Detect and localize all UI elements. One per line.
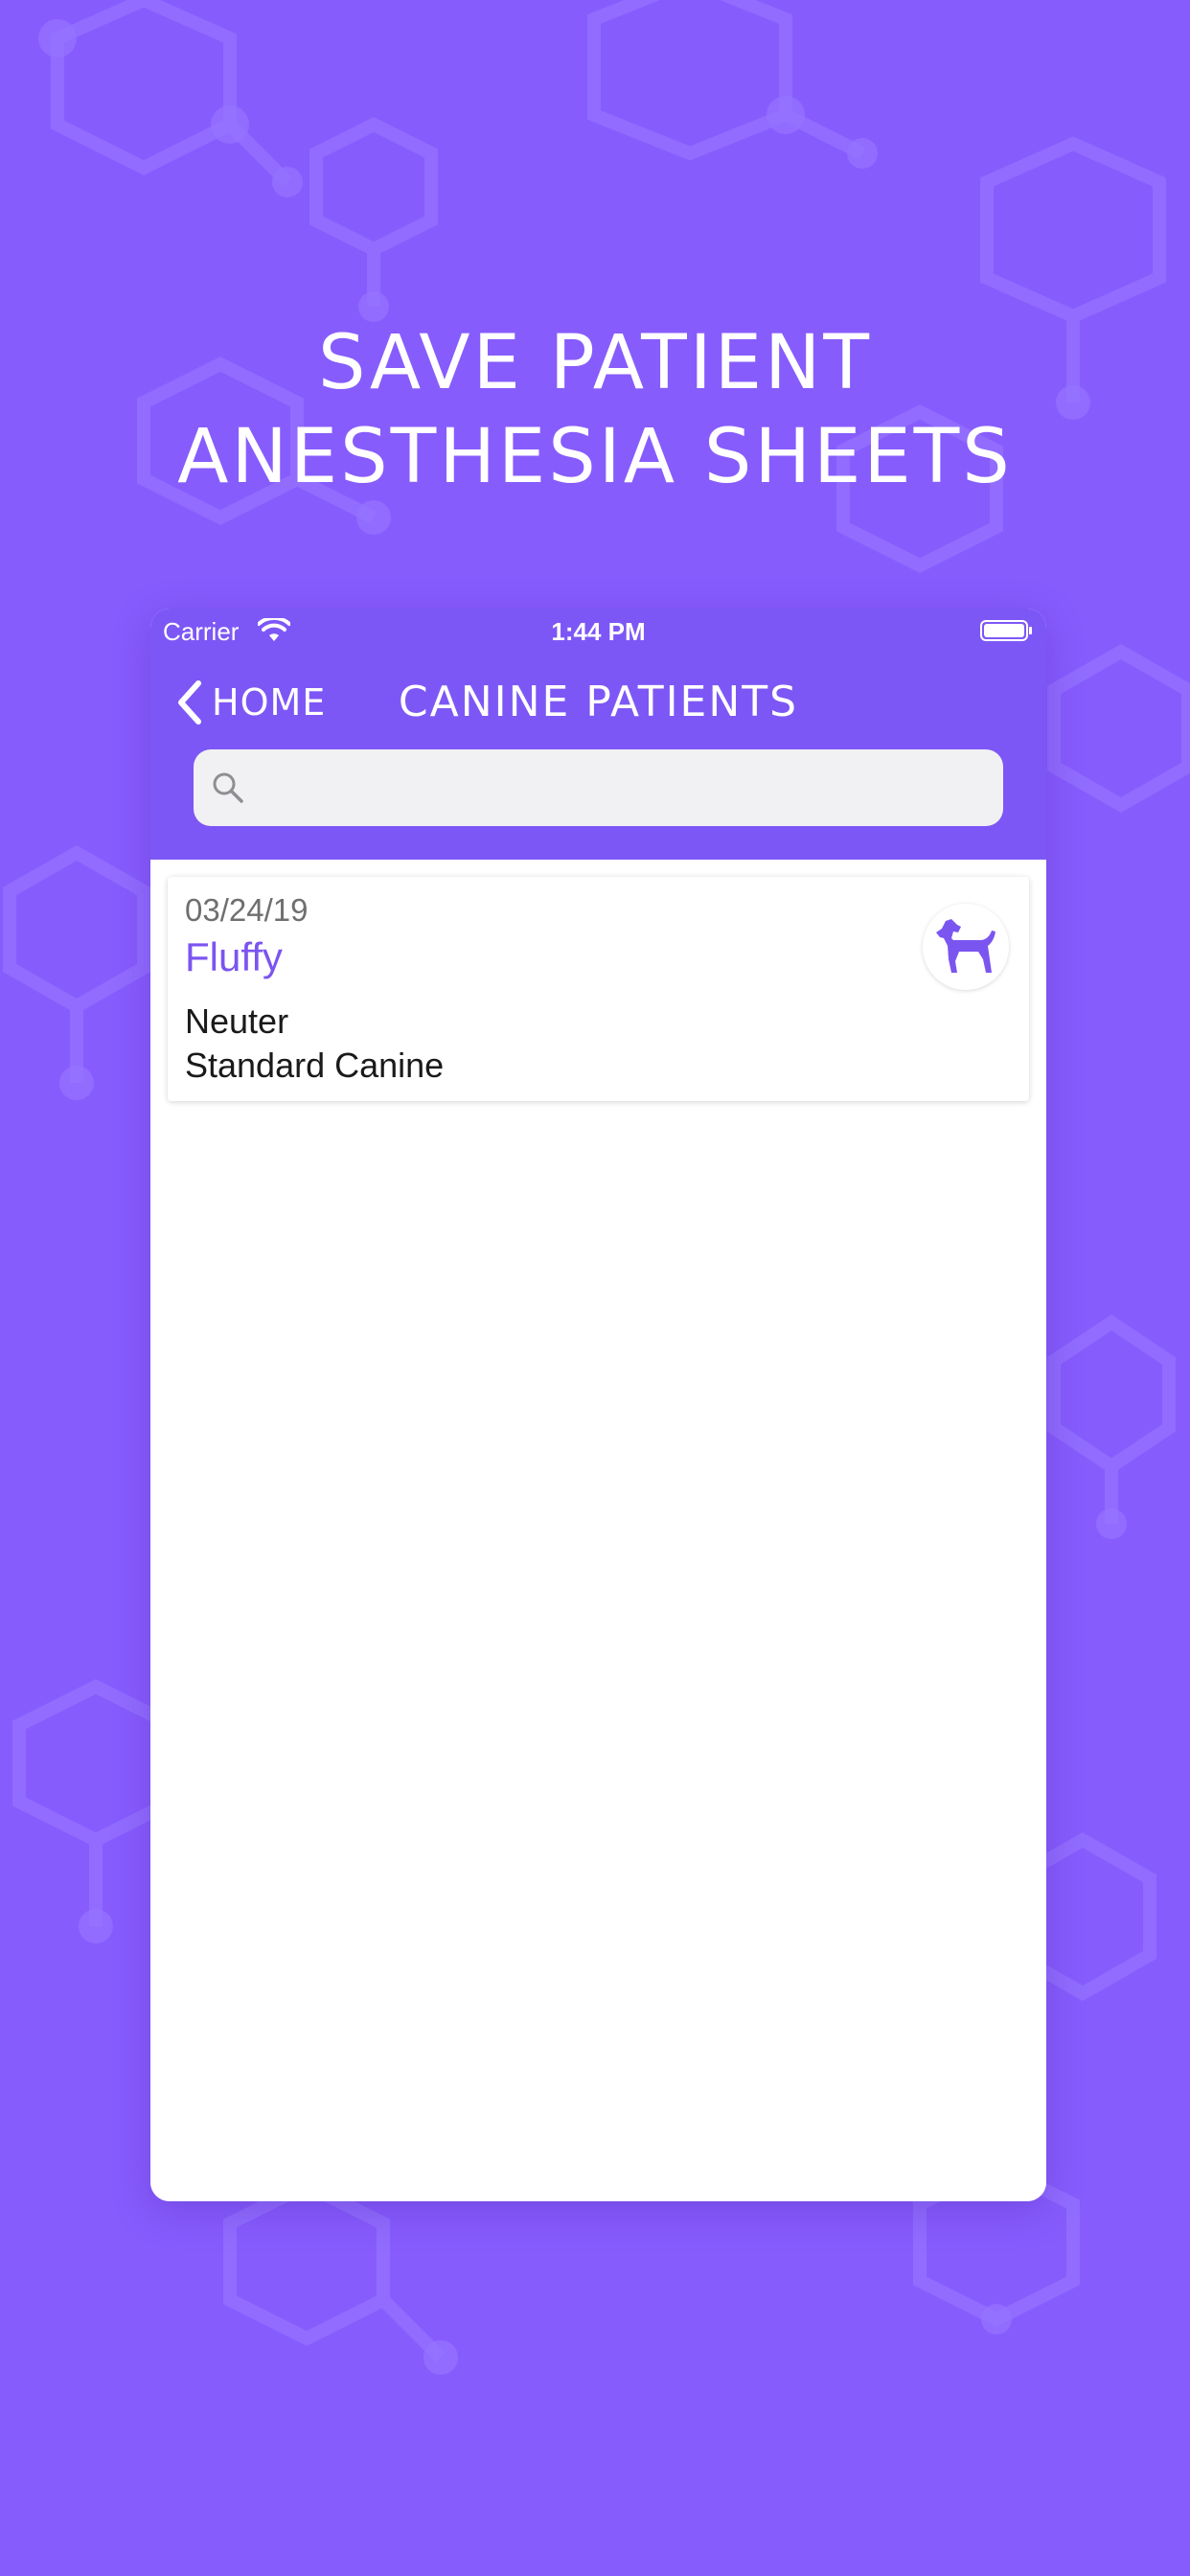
patient-list: 03/24/19 Fluffy Neuter Standard Canine [150, 860, 1046, 2201]
search-bar[interactable] [194, 749, 1003, 826]
patient-name: Fluffy [185, 934, 283, 979]
page-title: CANINE PATIENTS [398, 678, 799, 726]
navigation-bar: Carrier 1:44 PM HOME CANINE PATIENTS [150, 609, 1046, 860]
promo-headline: SAVE PATIENT ANESTHESIA SHEETS [0, 316, 1190, 504]
search-icon [213, 772, 243, 803]
headline-line-2: ANESTHESIA SHEETS [177, 414, 1013, 500]
dog-icon [936, 919, 995, 973]
status-bar: Carrier 1:44 PM [150, 609, 1046, 653]
battery-icon [980, 620, 1032, 641]
species-badge [923, 904, 1009, 990]
headline-line-1: SAVE PATIENT [317, 320, 873, 406]
search-input[interactable] [255, 758, 1003, 817]
app-screen: Carrier 1:44 PM HOME CANINE PATIENTS 03/… [150, 609, 1046, 2201]
patient-procedure: Neuter [185, 1001, 289, 1041]
status-time: 1:44 PM [551, 617, 646, 646]
patient-date: 03/24/19 [185, 892, 309, 928]
patient-card[interactable]: 03/24/19 Fluffy Neuter Standard Canine [168, 877, 1029, 1101]
patient-protocol: Standard Canine [185, 1046, 445, 1085]
